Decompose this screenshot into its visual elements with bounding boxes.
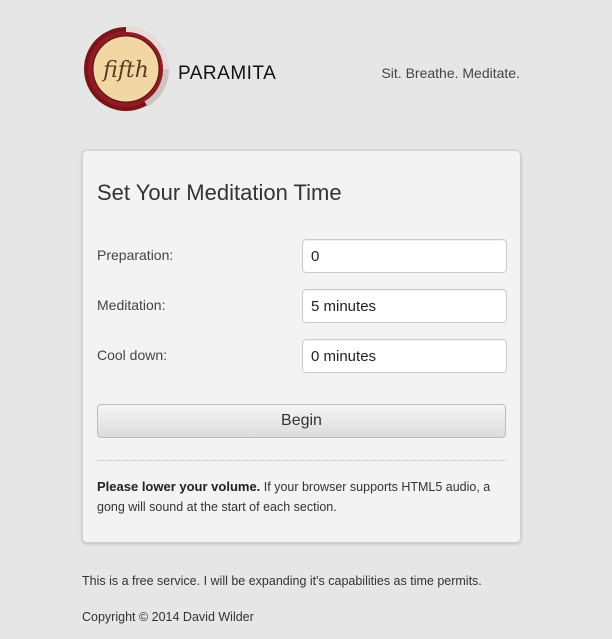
cool-down-label: Cool down:	[97, 347, 168, 363]
preparation-input[interactable]	[302, 239, 507, 273]
brand-name[interactable]: PARAMITA	[178, 63, 276, 85]
volume-notice-bold: Please lower your volume.	[97, 479, 261, 494]
meditation-input[interactable]	[302, 289, 507, 323]
service-note: This is a free service. I will be expand…	[82, 574, 482, 588]
begin-button[interactable]: Begin	[97, 404, 506, 438]
volume-notice: Please lower your volume. If your browse…	[97, 477, 507, 517]
cool-down-input[interactable]	[302, 339, 507, 373]
meditation-row: Meditation:	[97, 289, 507, 323]
meditation-form-card: Set Your Meditation Time Preparation: Me…	[82, 150, 521, 543]
fifth-paramita-logo[interactable]: fifth	[82, 25, 170, 113]
preparation-row: Preparation:	[97, 239, 507, 273]
copyright: Copyright © 2014 David Wilder	[82, 610, 254, 624]
divider	[97, 460, 506, 461]
meditation-label: Meditation:	[97, 297, 166, 313]
tagline: Sit. Breathe. Meditate.	[381, 65, 520, 81]
logo-text: fifth	[101, 58, 149, 83]
site-header: fifth PARAMITA Sit. Breathe. Meditate.	[82, 25, 522, 120]
cool-down-row: Cool down:	[97, 339, 507, 373]
preparation-label: Preparation:	[97, 247, 174, 263]
form-title: Set Your Meditation Time	[97, 180, 342, 205]
